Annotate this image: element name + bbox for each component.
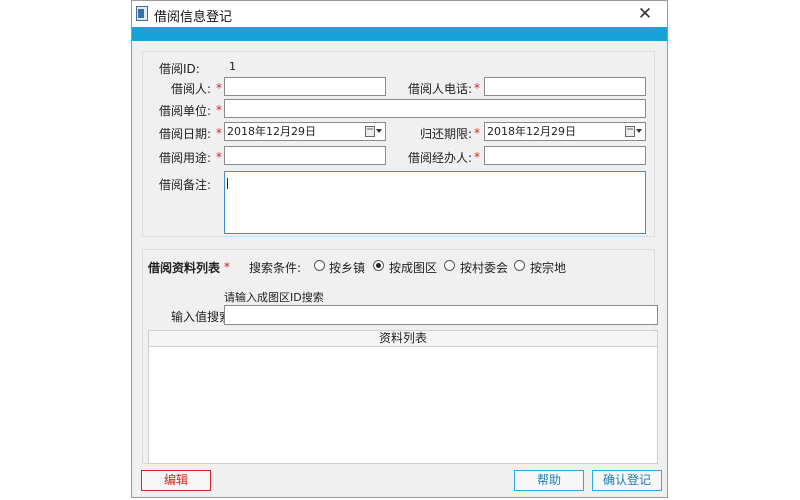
header-accent-bar <box>132 27 667 41</box>
borrow-id-value: 1 <box>229 60 236 73</box>
borrow-register-window: 借阅信息登记 ✕ 借阅ID: 1 借阅人: * 借阅人电话: * 借阅单位: *… <box>131 0 668 498</box>
borrower-phone-required-mark: * <box>474 81 480 95</box>
borrower-unit-required-mark: * <box>216 103 222 117</box>
return-date-required-mark: * <box>474 126 480 140</box>
calendar-dropdown-icon[interactable] <box>365 125 383 138</box>
purpose-required-mark: * <box>216 150 222 164</box>
purpose-label: 借阅用途: <box>159 151 212 165</box>
borrower-phone-input[interactable] <box>484 77 646 96</box>
materials-title: 借阅资料列表 <box>148 261 221 275</box>
borrower-phone-label: 借阅人电话: <box>408 82 473 96</box>
borrower-unit-input[interactable] <box>224 99 646 118</box>
radio-by-township[interactable] <box>314 260 325 271</box>
radio-by-village-committee[interactable] <box>444 260 455 271</box>
close-button[interactable]: ✕ <box>623 1 667 27</box>
radio-by-map-area-label[interactable]: 按成图区 <box>389 259 437 276</box>
app-icon <box>136 6 148 21</box>
calendar-dropdown-icon[interactable] <box>625 125 643 138</box>
search-condition-label: 搜索条件: <box>249 261 302 275</box>
borrow-date-value: 2018年12月29日 <box>227 125 316 138</box>
search-input[interactable] <box>224 305 658 325</box>
close-icon[interactable]: ✕ <box>638 4 652 24</box>
materials-list[interactable]: 资料列表 <box>148 330 658 464</box>
return-date-label: 归还期限: <box>420 127 473 141</box>
materials-required-mark: * <box>224 260 230 274</box>
return-date-picker[interactable]: 2018年12月29日 <box>484 122 646 141</box>
title-bar: 借阅信息登记 ✕ <box>132 1 667 27</box>
help-button[interactable]: 帮助 <box>514 470 584 491</box>
radio-by-township-label[interactable]: 按乡镇 <box>329 259 365 276</box>
borrow-date-picker[interactable]: 2018年12月29日 <box>224 122 386 141</box>
search-hint: 请输入成图区ID搜索 <box>224 291 324 304</box>
handler-required-mark: * <box>474 150 480 164</box>
confirm-register-button[interactable]: 确认登记 <box>592 470 662 491</box>
return-date-value: 2018年12月29日 <box>487 125 576 138</box>
radio-by-parcel-label[interactable]: 按宗地 <box>530 259 566 276</box>
edit-button[interactable]: 编辑 <box>141 470 211 491</box>
borrower-label: 借阅人: <box>171 82 212 96</box>
borrow-id-label: 借阅ID: <box>159 62 200 76</box>
text-caret <box>227 178 228 189</box>
borrower-required-mark: * <box>216 81 222 95</box>
radio-by-map-area[interactable] <box>373 260 384 271</box>
purpose-input[interactable] <box>224 146 386 165</box>
borrow-date-label: 借阅日期: <box>159 127 212 141</box>
radio-by-village-committee-label[interactable]: 按村委会 <box>460 259 508 276</box>
handler-label: 借阅经办人: <box>408 151 473 165</box>
borrow-date-required-mark: * <box>216 126 222 140</box>
remark-textarea[interactable] <box>224 171 646 234</box>
remark-label: 借阅备注: <box>159 178 212 192</box>
borrower-input[interactable] <box>224 77 386 96</box>
borrower-unit-label: 借阅单位: <box>159 104 212 118</box>
radio-by-parcel[interactable] <box>514 260 525 271</box>
materials-list-header: 资料列表 <box>149 331 657 347</box>
handler-input[interactable] <box>484 146 646 165</box>
window-title: 借阅信息登记 <box>154 10 233 25</box>
